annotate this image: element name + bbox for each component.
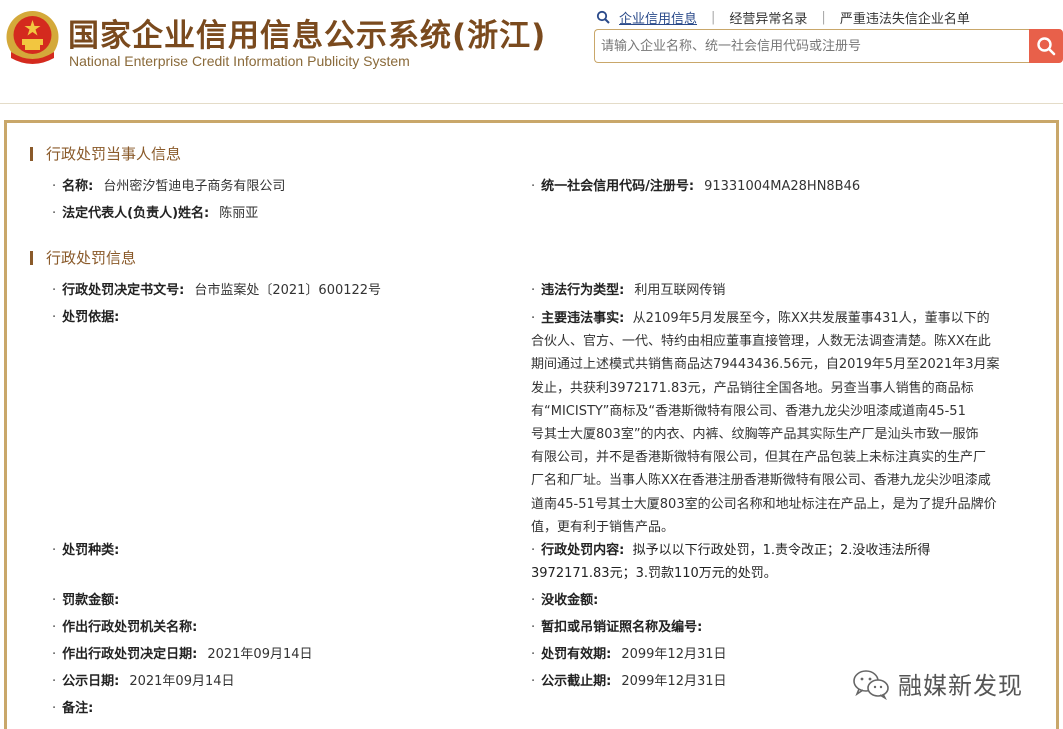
field-decision-date: · 作出行政处罚决定日期: 2021年09月14日 [52,647,313,662]
field-valid-period: · 处罚有效期: 2099年12月31日 [531,647,727,662]
watermark: 融媒新发现 [852,666,1023,701]
field-label: 统一社会信用代码/注册号: [541,179,695,194]
field-violation-type: · 违法行为类型: 利用互联网传销 [531,283,726,298]
field-label: 公示日期: [62,674,120,689]
field-label: 公示截止期: [541,674,612,689]
field-penalty-basis: · 处罚依据: [52,310,120,325]
facts-line: 厂名和厂址。当事人陈XX在香港注册香港斯微特有限公司、香港九龙尖沙咀漆咸 [531,473,991,489]
nav-divider: | [711,9,716,25]
field-value: 2021年09月14日 [207,647,313,662]
section-title-penalty: 行政处罚信息 [30,247,136,268]
facts-line: 号其士大厦803室”的内衣、内裤、纹胸等产品其实际生产厂是汕头市致一服饰 [531,427,979,443]
facts-line: 值，更有利于销售产品。 [531,519,675,535]
field-decision-doc-no: · 行政处罚决定书文号: 台市监案处〔2021〕600122号 [52,283,382,298]
field-value: 台州密汐皙迪电子商务有限公司 [103,179,286,194]
section-title-text: 行政处罚当事人信息 [46,145,182,163]
field-label: 违法行为类型: [541,283,625,298]
field-label: 处罚种类: [62,543,120,558]
field-label: 行政处罚决定书文号: [62,283,185,298]
field-label: 作出行政处罚机关名称: [62,620,198,635]
content-line: 拟予以以下行政处罚，1.责令改正；2.没收违法所得 [632,543,931,558]
field-violation-facts: · 主要违法事实: 从2109年5月发展至今，陈XX共发展董事431人，董事以下的… [531,307,1011,539]
field-label: 作出行政处罚决定日期: [62,647,198,662]
wechat-icon [853,669,889,700]
field-label: 名称: [62,179,94,194]
nav-divider: | [821,9,826,25]
facts-line: 发止，共获利3972171.83元，产品销往全国各地。另查当事人销售的商品标 [531,380,974,396]
section-title-party: 行政处罚当事人信息 [30,143,181,164]
field-label: 处罚依据: [62,310,120,325]
search-box [594,29,1029,63]
field-value: 2021年09月14日 [129,674,235,689]
field-publish-date: · 公示日期: 2021年09月14日 [52,674,235,689]
field-license-revoked: · 暂扣或吊销证照名称及编号: [531,620,703,635]
field-label: 备注: [62,701,94,716]
facts-line: 有“MICISTY”商标及“香港斯微特有限公司、香港九龙尖沙咀漆咸道南45-51 [531,403,966,419]
section-marker [30,250,33,265]
facts-line: 从2109年5月发展至今，陈XX共发展董事431人，董事以下的 [632,311,990,326]
site-header: 国家企业信用信息公示系统(浙江) National Enterprise Cre… [0,0,1063,104]
field-name: · 名称: 台州密汐皙迪电子商务有限公司 [52,179,286,194]
field-label: 法定代表人(负责人)姓名: [62,206,210,221]
nav-enterprise-credit[interactable]: 企业信用信息 [619,8,697,27]
top-nav: 企业信用信息 | 经营异常名录 | 严重违法失信企业名单 [596,7,970,27]
section-marker [30,146,33,161]
field-label: 没收金额: [541,593,599,608]
facts-line: 期间通过上述模式共销售商品达79443436.56元，自2019年5月至2021… [531,357,1000,373]
field-credit-code: · 统一社会信用代码/注册号: 91331004MA28HN8B46 [531,179,861,194]
search-button[interactable] [1029,29,1063,63]
site-title: 国家企业信用信息公示系统(浙江) [68,18,547,54]
field-penalty-content: · 行政处罚内容: 拟予以以下行政处罚，1.责令改正；2.没收违法所得 39721… [531,539,930,585]
field-value: 91331004MA28HN8B46 [704,179,861,194]
field-confiscated-amount: · 没收金额: [531,593,599,608]
content-line: 3972171.83元；3.罚款110万元的处罚。 [531,566,777,582]
field-value: 2099年12月31日 [621,647,727,662]
field-penalty-category: · 处罚种类: [52,543,120,558]
nav-serious-violation-list[interactable]: 严重违法失信企业名单 [840,8,970,27]
field-label: 罚款金额: [62,593,120,608]
facts-line: 有限公司，并不是香港斯微特有限公司，但其在产品包装上未标注真实的生产厂 [531,450,987,466]
field-label: 暂扣或吊销证照名称及编号: [541,620,703,635]
field-value: 台市监案处〔2021〕600122号 [194,283,382,298]
site-subtitle: National Enterprise Credit Information P… [69,53,410,69]
nav-abnormal-list[interactable]: 经营异常名录 [729,8,807,27]
section-title-text: 行政处罚信息 [46,249,137,267]
field-label: 主要违法事实: [541,311,625,326]
field-value: 2099年12月31日 [621,674,727,689]
search-icon [596,10,610,24]
search-icon [1037,37,1056,56]
field-publish-end: · 公示截止期: 2099年12月31日 [531,674,727,689]
facts-line: 合伙人、官方、一代、特约由相应董事直接管理，人数无法调查清楚。陈XX在此 [531,334,991,350]
field-authority-name: · 作出行政处罚机关名称: [52,620,198,635]
field-label: 行政处罚内容: [541,543,625,558]
field-legal-rep: · 法定代表人(负责人)姓名: 陈丽亚 [52,206,259,221]
national-emblem-icon [6,11,59,64]
field-value: 利用互联网传销 [634,283,726,298]
facts-line: 道南45-51号其士大厦803室的公司名称和地址标注在产品上，是为了提升品牌价 [531,496,997,512]
search-input[interactable] [595,30,1029,62]
field-label: 处罚有效期: [541,647,612,662]
field-remark: · 备注: [52,701,94,716]
field-value: 陈丽亚 [219,206,259,221]
field-fine-amount: · 罚款金额: [52,593,120,608]
watermark-text: 融媒新发现 [898,672,1023,700]
